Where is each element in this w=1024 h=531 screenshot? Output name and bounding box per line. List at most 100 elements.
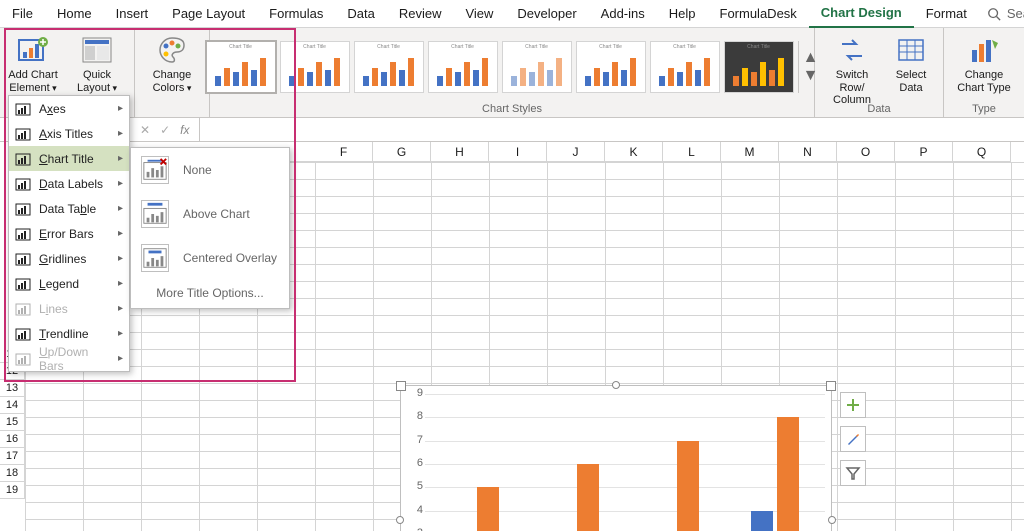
menu-item-data-table[interactable]: Data Table▸ xyxy=(9,196,129,221)
chart-style-4[interactable]: Chart Title xyxy=(428,41,498,93)
resize-handle[interactable] xyxy=(396,381,406,391)
menu-item-icon xyxy=(15,126,31,142)
menu-item-data-labels[interactable]: Data Labels▸ xyxy=(9,171,129,196)
menu-item-chart-title[interactable]: Chart Title▸ xyxy=(9,146,129,171)
quick-layout-button[interactable]: Quick Layout xyxy=(68,30,126,94)
resize-handle[interactable] xyxy=(612,381,620,389)
submenu-item-above-chart[interactable]: Above Chart xyxy=(131,192,289,236)
y-tick-label: 7 xyxy=(407,434,423,446)
formula-input[interactable] xyxy=(200,119,1024,141)
row-header[interactable]: 17 xyxy=(0,448,25,465)
row-header[interactable]: 15 xyxy=(0,414,25,431)
menu-item-legend[interactable]: Legend▸ xyxy=(9,271,129,296)
switch-row-col-icon xyxy=(836,34,868,66)
quick-layout-label: Quick Layout xyxy=(77,69,111,94)
menu-item-icon xyxy=(15,301,31,317)
chart-style-2[interactable]: Chart Title xyxy=(280,41,350,93)
add-chart-element-button[interactable]: Add Chart Element xyxy=(4,30,62,94)
chart-style-6[interactable]: Chart Title xyxy=(576,41,646,93)
row-header[interactable]: 16 xyxy=(0,431,25,448)
menu-item-axes[interactable]: Axes▸ xyxy=(9,96,129,121)
submenu-item-icon xyxy=(141,200,169,228)
column-header[interactable]: F xyxy=(315,142,373,161)
tab-insert[interactable]: Insert xyxy=(104,0,161,28)
column-header[interactable]: O xyxy=(837,142,895,161)
switch-row-column-button[interactable]: Switch Row/ Column xyxy=(823,30,881,107)
tab-formulas[interactable]: Formulas xyxy=(257,0,335,28)
change-chart-type-button[interactable]: Change Chart Type xyxy=(952,30,1016,94)
tab-formuladesk[interactable]: FormulaDesk xyxy=(708,0,809,28)
column-header[interactable]: L xyxy=(663,142,721,161)
chart-style-5[interactable]: Chart Title xyxy=(502,41,572,93)
tab-add-ins[interactable]: Add-ins xyxy=(589,0,657,28)
menu-item-axis-titles[interactable]: Axis Titles▸ xyxy=(9,121,129,146)
tab-developer[interactable]: Developer xyxy=(505,0,588,28)
chart-style-8[interactable]: Chart Title xyxy=(724,41,794,93)
quick-layout-icon xyxy=(81,34,113,66)
menu-item-trendline[interactable]: Trendline▸ xyxy=(9,321,129,346)
chart-filters-button[interactable] xyxy=(840,460,866,486)
select-data-icon xyxy=(895,34,927,66)
chart-bar[interactable] xyxy=(577,464,599,531)
menu-item-gridlines[interactable]: Gridlines▸ xyxy=(9,246,129,271)
data-group-label: Data xyxy=(867,101,890,117)
submenu-item-icon xyxy=(141,156,169,184)
cancel-icon[interactable]: ✕ xyxy=(140,123,150,137)
fx-label[interactable]: fx xyxy=(180,123,189,137)
column-header[interactable]: P xyxy=(895,142,953,161)
enter-icon[interactable]: ✓ xyxy=(160,123,170,137)
y-tick-label: 5 xyxy=(407,480,423,492)
tab-file[interactable]: File xyxy=(0,0,45,28)
tab-format[interactable]: Format xyxy=(914,0,979,28)
menu-item-icon xyxy=(15,276,31,292)
menu-item-icon xyxy=(15,151,31,167)
embedded-chart[interactable]: 01234567891234 Series1Series2 xyxy=(400,385,832,531)
row-header[interactable]: 13 xyxy=(0,380,25,397)
chart-bar[interactable] xyxy=(477,487,499,531)
menu-item-up-down-bars: Up/Down Bars▸ xyxy=(9,346,129,371)
column-header[interactable]: K xyxy=(605,142,663,161)
column-header[interactable]: J xyxy=(547,142,605,161)
row-header[interactable]: 19 xyxy=(0,482,25,499)
y-tick-label: 3 xyxy=(407,527,423,531)
tab-page-layout[interactable]: Page Layout xyxy=(160,0,257,28)
tab-home[interactable]: Home xyxy=(45,0,104,28)
chart-bar[interactable] xyxy=(777,417,799,531)
chart-style-3[interactable]: Chart Title xyxy=(354,41,424,93)
select-data-button[interactable]: Select Data xyxy=(887,30,935,94)
more-title-options[interactable]: More Title Options... xyxy=(131,280,289,302)
search-button[interactable]: Search xyxy=(979,6,1024,21)
resize-handle[interactable] xyxy=(826,381,836,391)
column-header[interactable]: I xyxy=(489,142,547,161)
chart-elements-button[interactable] xyxy=(840,392,866,418)
tab-help[interactable]: Help xyxy=(657,0,708,28)
row-header[interactable]: 14 xyxy=(0,397,25,414)
column-header[interactable]: N xyxy=(779,142,837,161)
column-header[interactable]: Q xyxy=(953,142,1011,161)
y-tick-label: 4 xyxy=(407,504,423,516)
submenu-item-icon xyxy=(141,244,169,272)
submenu-item-none[interactable]: None xyxy=(131,148,289,192)
tab-view[interactable]: View xyxy=(453,0,505,28)
change-colors-button[interactable]: Change Colors xyxy=(143,30,201,94)
column-header[interactable]: G xyxy=(373,142,431,161)
column-header[interactable]: M xyxy=(721,142,779,161)
type-group-label: Type xyxy=(972,101,996,117)
chart-style-1[interactable]: Chart Title xyxy=(206,41,276,93)
submenu-item-centered-overlay[interactable]: Centered Overlay xyxy=(131,236,289,280)
tab-review[interactable]: Review xyxy=(387,0,454,28)
menu-item-error-bars[interactable]: Error Bars▸ xyxy=(9,221,129,246)
chart-style-7[interactable]: Chart Title xyxy=(650,41,720,93)
tab-data[interactable]: Data xyxy=(335,0,386,28)
change-chart-type-icon xyxy=(968,34,1000,66)
row-header[interactable]: 18 xyxy=(0,465,25,482)
resize-handle[interactable] xyxy=(828,516,836,524)
column-header[interactable]: H xyxy=(431,142,489,161)
chart-bar[interactable] xyxy=(751,511,773,531)
chart-styles-button[interactable] xyxy=(840,426,866,452)
tab-chart-design[interactable]: Chart Design xyxy=(809,0,914,28)
resize-handle[interactable] xyxy=(396,516,404,524)
menu-item-icon xyxy=(15,351,31,367)
chart-bar[interactable] xyxy=(677,441,699,531)
menu-item-icon xyxy=(15,176,31,192)
